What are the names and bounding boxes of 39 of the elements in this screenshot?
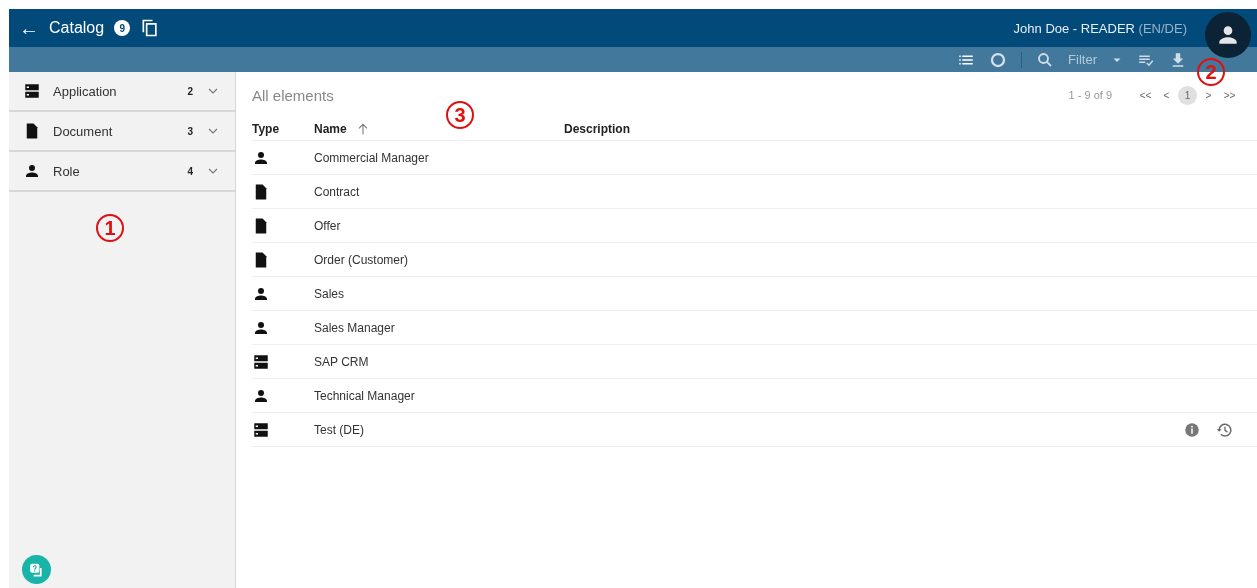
user-label: John Doe - READER (EN/DE) [1013,20,1187,36]
sidebar-item[interactable]: Application 2 [9,72,235,112]
server-icon [23,82,41,100]
table-cell-text: Sales Manager [314,320,396,335]
server-icon [252,420,270,439]
pagination-button[interactable]: 1 [1178,85,1197,105]
column-header[interactable]: Description [564,122,764,136]
item-count: 4 [187,165,193,177]
page-range: 1 - 9 of 9 [1068,89,1112,101]
back-button[interactable]: ← [19,16,39,40]
pagination-button[interactable]: > [1199,85,1218,105]
table-cell-text: Sales [314,286,346,301]
table-cell-text: Test (DE) [314,422,365,437]
column-header[interactable]: Type [252,122,314,136]
item-count: 2 [187,85,193,97]
sidebar-item[interactable]: Document 3 [9,112,235,152]
list-title: All elements [252,86,335,104]
callout-number: 3 [446,101,474,129]
sidebar-item[interactable]: Role 4 [9,152,235,192]
help-button[interactable] [22,555,51,584]
ring-icon[interactable] [989,50,1008,69]
count-badge: 9 [114,20,131,36]
callout-number: 1 [96,214,124,242]
table-cell-text: Contract [314,184,361,199]
table-cell-text: SAP CRM [314,354,370,369]
pagination-button[interactable]: < [1157,85,1176,105]
avatar-button[interactable] [1205,12,1251,58]
table-cell-text: Technical Manager [314,388,416,403]
pagination-button[interactable]: >> [1220,85,1239,105]
info-icon[interactable] [1183,420,1201,439]
table-cell-text: Commercial Manager [314,150,430,165]
server-icon [252,352,270,371]
table-cell-text: Offer [314,218,342,233]
table-cell-text: Order (Customer) [314,252,409,267]
callout-number: 2 [1197,58,1225,86]
pagination-button[interactable]: << [1136,85,1155,105]
person-icon [23,162,41,180]
page-title: Catalog [49,19,105,37]
item-count: 3 [187,125,193,137]
